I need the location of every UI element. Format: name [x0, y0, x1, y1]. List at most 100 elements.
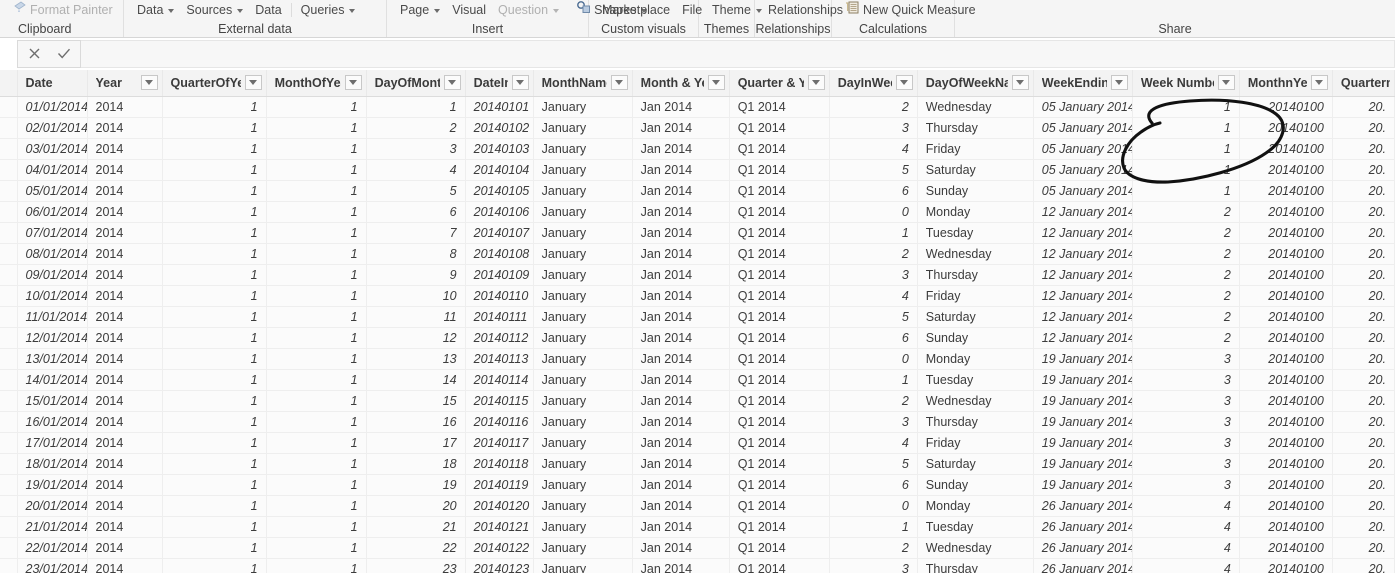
row-gutter-cell[interactable]: [0, 327, 18, 349]
cell-day-of-month[interactable]: 20: [366, 495, 466, 517]
cell-month-n-year[interactable]: 20140100: [1239, 348, 1333, 370]
cell-day-in-week[interactable]: 1: [829, 222, 918, 244]
cell-day-of-month[interactable]: 18: [366, 453, 466, 475]
cell-month-of-year[interactable]: 1: [266, 243, 367, 265]
cell-week-number[interactable]: 3: [1132, 453, 1240, 475]
cell-month-name[interactable]: January: [533, 495, 633, 517]
cell-day-in-week[interactable]: 2: [829, 390, 918, 412]
cell-week-number[interactable]: 4: [1132, 516, 1240, 538]
cell-month-name[interactable]: January: [533, 327, 633, 349]
cell-day-in-week[interactable]: 4: [829, 432, 918, 454]
cell-date[interactable]: 06/01/2014: [17, 201, 88, 223]
cell-quarter-n-year[interactable]: 20.: [1332, 432, 1395, 454]
cell-day-of-month[interactable]: 3: [366, 138, 466, 160]
cell-month-of-year[interactable]: 1: [266, 138, 367, 160]
cell-day-of-month[interactable]: 15: [366, 390, 466, 412]
table-row[interactable]: 11/01/2014 2014 1 1 11 20140111 January Jan 201…: [0, 306, 1395, 328]
cell-month-and-year[interactable]: Jan 2014: [632, 495, 730, 517]
cell-week-ending[interactable]: 12 January 2014: [1033, 264, 1133, 286]
cell-month-name[interactable]: January: [533, 117, 633, 139]
cell-month-of-year[interactable]: 1: [266, 516, 367, 538]
cell-month-name[interactable]: January: [533, 96, 633, 118]
row-gutter-cell[interactable]: [0, 537, 18, 559]
cell-week-number[interactable]: 3: [1132, 474, 1240, 496]
row-gutter-cell[interactable]: [0, 390, 18, 412]
cell-week-ending[interactable]: 26 January 2014: [1033, 495, 1133, 517]
cell-quarter-n-year[interactable]: 20.: [1332, 138, 1395, 160]
cell-month-and-year[interactable]: Jan 2014: [632, 369, 730, 391]
cell-day-in-week[interactable]: 1: [829, 516, 918, 538]
check-icon[interactable]: [54, 44, 74, 64]
cell-quarter-and-year[interactable]: Q1 2014: [729, 138, 830, 160]
cell-quarter-n-year[interactable]: 20.: [1332, 180, 1395, 202]
cell-month-n-year[interactable]: 20140100: [1239, 222, 1333, 244]
cell-quarter-n-year[interactable]: 20.: [1332, 243, 1395, 265]
cell-day-of-month[interactable]: 6: [366, 201, 466, 223]
cell-quarter-and-year[interactable]: Q1 2014: [729, 96, 830, 118]
cell-month-and-year[interactable]: Jan 2014: [632, 285, 730, 307]
cell-month-n-year[interactable]: 20140100: [1239, 201, 1333, 223]
filter-dropdown-icon[interactable]: [895, 75, 913, 91]
column-header-year[interactable]: Year: [87, 70, 163, 97]
cell-day-of-month[interactable]: 23: [366, 558, 466, 573]
row-gutter-cell[interactable]: [0, 264, 18, 286]
cell-day-of-week-name[interactable]: Tuesday: [917, 222, 1034, 244]
cell-week-ending[interactable]: 05 January 2014: [1033, 138, 1133, 160]
cell-quarter-of-year[interactable]: 1: [162, 558, 267, 573]
cell-month-name[interactable]: January: [533, 369, 633, 391]
table-row[interactable]: 23/01/2014 2014 1 1 23 20140123 January Jan 201…: [0, 558, 1395, 573]
cell-day-of-week-name[interactable]: Saturday: [917, 306, 1034, 328]
table-row[interactable]: 09/01/2014 2014 1 1 9 20140109 January Jan 2014…: [0, 264, 1395, 286]
cell-quarter-and-year[interactable]: Q1 2014: [729, 180, 830, 202]
cell-date[interactable]: 16/01/2014: [17, 411, 88, 433]
cell-week-number[interactable]: 4: [1132, 495, 1240, 517]
cell-date-int[interactable]: 20140117: [465, 432, 534, 454]
cell-date-int[interactable]: 20140111: [465, 306, 534, 328]
cell-date[interactable]: 21/01/2014: [17, 516, 88, 538]
table-row[interactable]: 01/01/2014 2014 1 1 1 20140101 January Jan 2014…: [0, 96, 1395, 118]
cell-day-in-week[interactable]: 5: [829, 453, 918, 475]
cell-quarter-of-year[interactable]: 1: [162, 159, 267, 181]
cell-month-n-year[interactable]: 20140100: [1239, 411, 1333, 433]
table-row[interactable]: 14/01/2014 2014 1 1 14 20140114 January Jan 201…: [0, 369, 1395, 391]
cell-quarter-of-year[interactable]: 1: [162, 285, 267, 307]
cell-day-of-week-name[interactable]: Saturday: [917, 159, 1034, 181]
cell-month-of-year[interactable]: 1: [266, 432, 367, 454]
column-header-month-and-year[interactable]: Month & Year: [632, 70, 730, 97]
cell-quarter-of-year[interactable]: 1: [162, 537, 267, 559]
cell-month-n-year[interactable]: 20140100: [1239, 516, 1333, 538]
cell-day-of-week-name[interactable]: Thursday: [917, 411, 1034, 433]
cell-month-of-year[interactable]: 1: [266, 474, 367, 496]
cell-week-number[interactable]: 2: [1132, 285, 1240, 307]
cell-date[interactable]: 18/01/2014: [17, 453, 88, 475]
cell-month-of-year[interactable]: 1: [266, 117, 367, 139]
cell-quarter-n-year[interactable]: 20.: [1332, 285, 1395, 307]
cell-day-in-week[interactable]: 1: [829, 369, 918, 391]
cell-day-in-week[interactable]: 5: [829, 306, 918, 328]
cell-year[interactable]: 2014: [87, 453, 163, 475]
filter-dropdown-icon[interactable]: [244, 75, 262, 91]
cell-week-ending[interactable]: 19 January 2014: [1033, 411, 1133, 433]
filter-dropdown-icon[interactable]: [140, 75, 158, 91]
cell-month-and-year[interactable]: Jan 2014: [632, 453, 730, 475]
cell-date[interactable]: 22/01/2014: [17, 537, 88, 559]
cell-year[interactable]: 2014: [87, 285, 163, 307]
cell-date-int[interactable]: 20140119: [465, 474, 534, 496]
cell-quarter-n-year[interactable]: 20.: [1332, 96, 1395, 118]
cell-quarter-n-year[interactable]: 20.: [1332, 159, 1395, 181]
cell-month-n-year[interactable]: 20140100: [1239, 495, 1333, 517]
cell-date-int[interactable]: 20140104: [465, 159, 534, 181]
cell-quarter-n-year[interactable]: 20.: [1332, 117, 1395, 139]
cell-day-of-month[interactable]: 16: [366, 411, 466, 433]
cell-month-name[interactable]: January: [533, 390, 633, 412]
cell-month-n-year[interactable]: 20140100: [1239, 180, 1333, 202]
cell-quarter-of-year[interactable]: 1: [162, 411, 267, 433]
filter-dropdown-icon[interactable]: [443, 75, 461, 91]
filter-dropdown-icon[interactable]: [1310, 75, 1328, 91]
formula-input[interactable]: [81, 39, 1395, 68]
cell-date[interactable]: 12/01/2014: [17, 327, 88, 349]
cell-quarter-of-year[interactable]: 1: [162, 390, 267, 412]
cell-week-ending[interactable]: 19 January 2014: [1033, 390, 1133, 412]
cell-month-n-year[interactable]: 20140100: [1239, 138, 1333, 160]
cell-year[interactable]: 2014: [87, 138, 163, 160]
